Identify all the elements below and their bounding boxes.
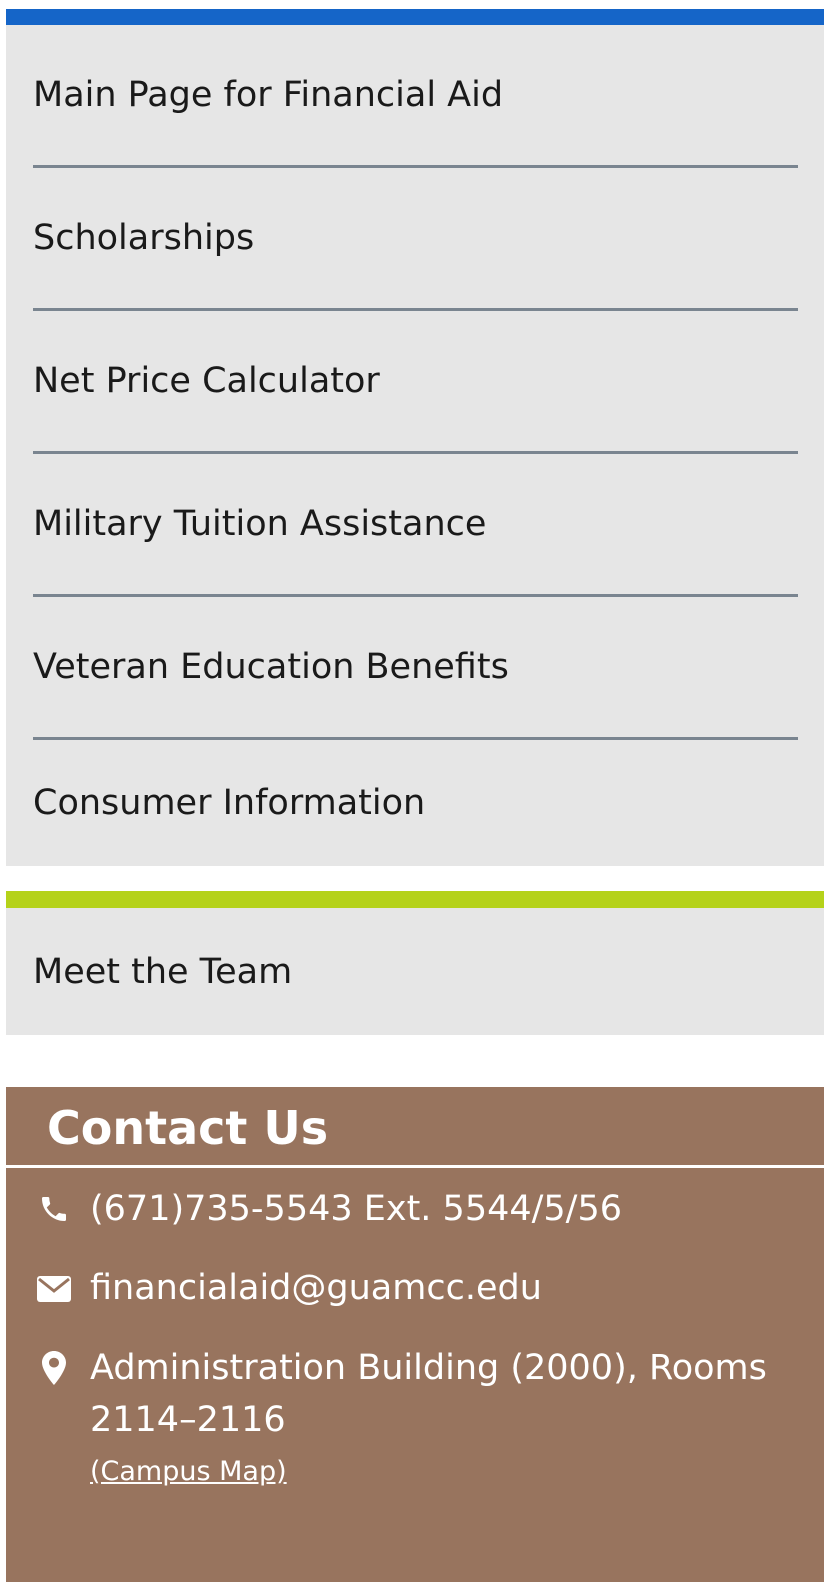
nav-item-military-tuition[interactable]: Military Tuition Assistance	[33, 454, 798, 597]
meet-the-team-link[interactable]: Meet the Team	[33, 908, 292, 1035]
nav-item-label: Military Tuition Assistance	[33, 504, 487, 544]
contact-phone: (671)735-5543 Ext. 5544/5/56	[90, 1189, 623, 1229]
nav-item-label: Main Page for Financial Aid	[33, 75, 504, 115]
contact-address-row: Administration Building (2000), Rooms 21…	[6, 1342, 824, 1502]
meet-the-team-label: Meet the Team	[33, 951, 293, 992]
contact-address: Administration Building (2000), Rooms 21…	[90, 1348, 767, 1440]
contact-phone-row: (671)735-5543 Ext. 5544/5/56	[6, 1183, 824, 1235]
map-marker-icon	[36, 1350, 72, 1386]
phone-icon	[36, 1191, 72, 1227]
financial-aid-nav: Main Page for Financial Aid Scholarships…	[6, 9, 824, 866]
nav-item-label: Scholarships	[33, 218, 255, 258]
nav-item-label: Net Price Calculator	[33, 361, 380, 401]
envelope-icon	[36, 1271, 72, 1307]
nav-item-veteran-benefits[interactable]: Veteran Education Benefits	[33, 597, 798, 740]
nav-item-label: Consumer Information	[33, 783, 426, 823]
nav-item-label: Veteran Education Benefits	[33, 647, 509, 687]
nav-item-main-page[interactable]: Main Page for Financial Aid	[33, 25, 798, 168]
contact-us-panel: Contact Us (671)735-5543 Ext. 5544/5/56 …	[6, 1087, 824, 1582]
contact-email-row: financialaid@guamcc.edu	[6, 1262, 824, 1314]
nav-item-net-price-calculator[interactable]: Net Price Calculator	[33, 311, 798, 454]
contact-email[interactable]: financialaid@guamcc.edu	[90, 1262, 542, 1314]
nav-item-consumer-information[interactable]: Consumer Information	[33, 740, 798, 866]
contact-us-title: Contact Us	[47, 1101, 329, 1155]
contact-divider	[6, 1165, 824, 1168]
meet-the-team-box: Meet the Team	[6, 891, 824, 1035]
campus-map-link[interactable]: (Campus Map)	[90, 1456, 287, 1487]
nav-item-scholarships[interactable]: Scholarships	[33, 168, 798, 311]
